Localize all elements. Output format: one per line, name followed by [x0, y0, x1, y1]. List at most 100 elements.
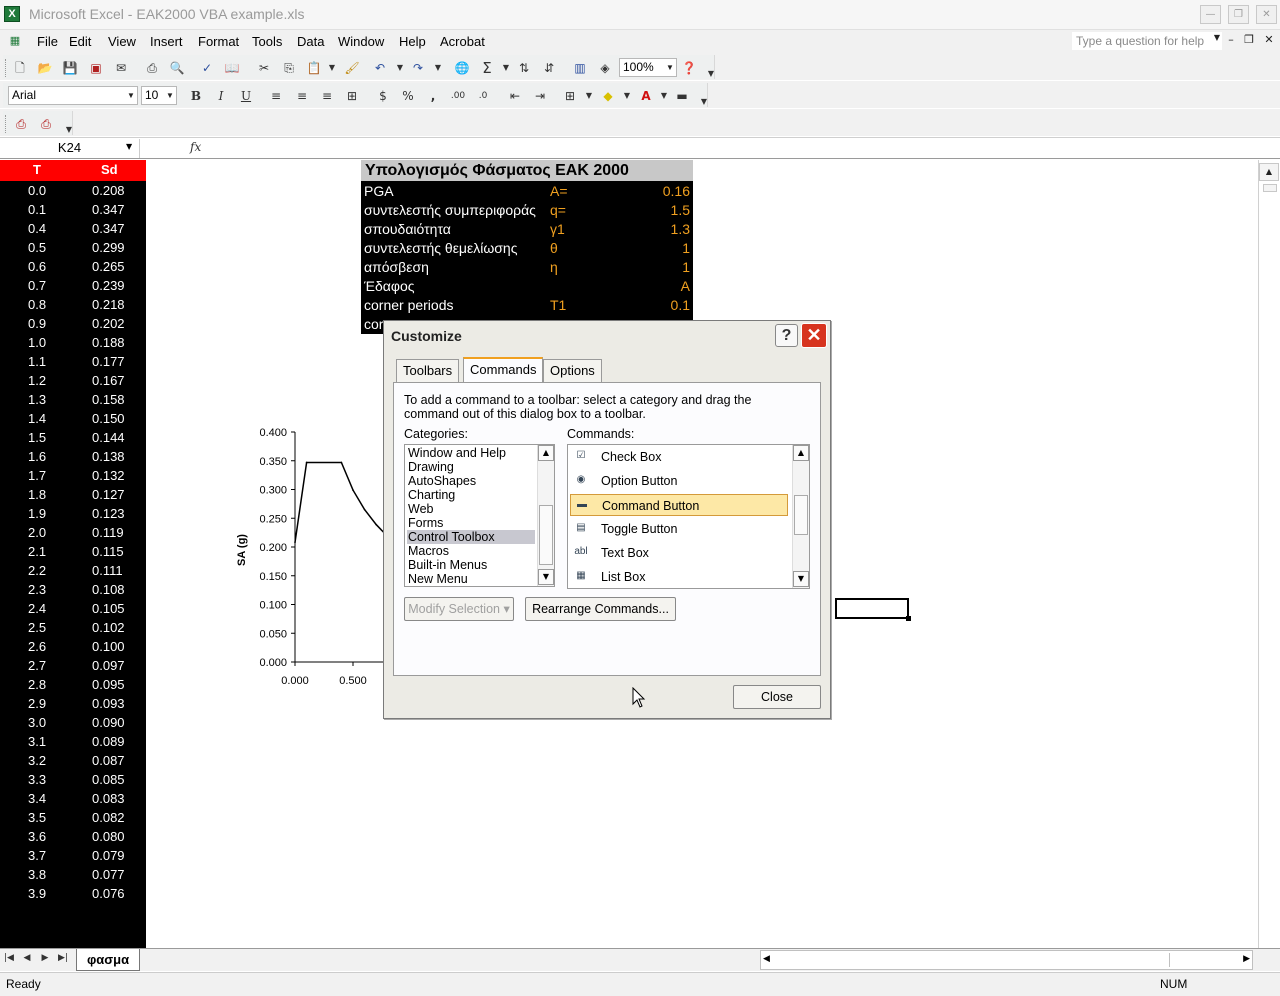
open-icon[interactable]: 📂 — [36, 59, 54, 77]
help-icon[interactable]: ❓ — [680, 59, 698, 77]
table-row[interactable]: 0.6 0.265 — [0, 258, 146, 277]
undo-icon[interactable]: ↶ — [371, 59, 389, 77]
cut-icon[interactable]: ✂ — [255, 59, 273, 77]
table-row[interactable]: 2.7 0.097 — [0, 657, 146, 676]
category-item[interactable]: Forms — [407, 516, 535, 530]
excel-app-icon[interactable]: X — [4, 6, 20, 22]
underline-icon[interactable]: U — [237, 87, 255, 105]
command-item[interactable]: ▤ Toggle Button — [570, 518, 788, 540]
chart-wizard-icon[interactable]: ▥ — [571, 59, 589, 77]
menu-edit[interactable]: Edit — [69, 34, 91, 49]
category-item[interactable]: AutoShapes — [407, 474, 535, 488]
table-row[interactable]: 2.6 0.100 — [0, 638, 146, 657]
table-row[interactable]: 0.5 0.299 — [0, 239, 146, 258]
first-sheet-icon[interactable]: |◀ — [2, 953, 16, 963]
comma-style-icon[interactable]: , — [424, 87, 442, 105]
table-row[interactable]: 0.4 0.347 — [0, 220, 146, 239]
category-item[interactable]: Drawing — [407, 460, 535, 474]
window-close-button[interactable]: ✕ — [1256, 5, 1277, 24]
category-item[interactable]: Control Toolbox — [407, 530, 535, 544]
category-item[interactable]: Charting — [407, 488, 535, 502]
commands-scroll-up-icon[interactable]: ▲ — [793, 445, 809, 461]
zoom-combo[interactable]: 100% ▼ — [619, 58, 677, 77]
font-size-combo[interactable]: 10 ▼ — [141, 86, 177, 105]
table-row[interactable]: 1.8 0.127 — [0, 486, 146, 505]
workbook-icon[interactable]: ▦ — [6, 32, 24, 50]
formula-input[interactable] — [208, 139, 1258, 158]
menu-tools[interactable]: Tools — [252, 34, 282, 49]
font-name-dropdown-icon[interactable]: ▼ — [125, 87, 137, 104]
decrease-decimal-icon[interactable]: .0 — [474, 87, 492, 105]
increase-decimal-icon[interactable]: .00 — [449, 87, 467, 105]
menu-view[interactable]: View — [108, 34, 136, 49]
undo-dropdown-icon[interactable]: ▼ — [391, 59, 409, 77]
table-row[interactable]: 1.9 0.123 — [0, 505, 146, 524]
parameter-row[interactable]: Έδαφος A — [361, 277, 693, 296]
parameter-row[interactable]: corner periods T1 0.1 — [361, 296, 693, 315]
autosum-dropdown-icon[interactable]: ▼ — [497, 59, 515, 77]
table-row[interactable]: 1.3 0.158 — [0, 391, 146, 410]
menu-window[interactable]: Window — [338, 34, 384, 49]
last-sheet-icon[interactable]: ▶| — [56, 953, 70, 963]
name-box[interactable]: K24 — [0, 139, 140, 158]
convert-to-pdf-icon[interactable]: ⎙ — [12, 115, 30, 133]
italic-icon[interactable]: I — [212, 87, 230, 105]
parameter-row[interactable]: συντελεστής θεμελίωσης θ 1 — [361, 239, 693, 258]
sort-descending-icon[interactable]: ⇵ — [540, 59, 558, 77]
parameter-row[interactable]: σπουδαιότητα γ1 1.3 — [361, 220, 693, 239]
minimize-button[interactable]: — — [1200, 5, 1221, 24]
command-item[interactable]: abl Text Box — [570, 542, 788, 564]
font-size-dropdown-icon[interactable]: ▼ — [164, 87, 176, 104]
tab-commands[interactable]: Commands — [463, 357, 544, 383]
align-left-icon[interactable]: ≡ — [267, 87, 285, 105]
maximize-button[interactable]: ❐ — [1228, 5, 1249, 24]
table-row[interactable]: 2.9 0.093 — [0, 695, 146, 714]
currency-icon[interactable]: $ — [374, 87, 392, 105]
fill-color-dropdown-icon[interactable]: ▼ — [618, 87, 636, 105]
parameters-title[interactable]: Υπολογισμός Φάσματος ΕΑΚ 2000 — [361, 160, 693, 181]
rearrange-commands-button[interactable]: Rearrange Commands... — [525, 597, 676, 621]
paste-icon[interactable]: 📋 — [305, 59, 323, 77]
horizontal-scrollbar[interactable]: ◀ ▶ — [760, 950, 1253, 970]
table-row[interactable]: 1.7 0.132 — [0, 467, 146, 486]
menu-data[interactable]: Data — [297, 34, 324, 49]
tab-toolbars[interactable]: Toolbars — [396, 359, 460, 382]
sheet-tab[interactable]: φασμα — [76, 949, 141, 971]
selected-cell[interactable] — [835, 598, 911, 621]
doc-restore-icon[interactable]: ❐ — [1242, 33, 1256, 46]
table-row[interactable]: 1.5 0.144 — [0, 429, 146, 448]
table-row[interactable]: 1.6 0.138 — [0, 448, 146, 467]
table-row[interactable]: 2.0 0.119 — [0, 524, 146, 543]
table-row[interactable]: 0.1 0.347 — [0, 201, 146, 220]
autosum-icon[interactable]: Σ — [478, 59, 496, 77]
increase-indent-icon[interactable]: ⇥ — [531, 87, 549, 105]
doc-minimize-icon[interactable]: – — [1224, 33, 1238, 46]
parameter-row[interactable]: PGA A= 0.16 — [361, 182, 693, 201]
merge-center-icon[interactable]: ⊞ — [343, 87, 361, 105]
table-row[interactable]: 2.3 0.108 — [0, 581, 146, 600]
command-item[interactable]: ▬ Command Button — [570, 494, 788, 516]
font-name-combo[interactable]: Arial ▼ — [8, 86, 138, 105]
table-row[interactable]: 3.9 0.076 — [0, 885, 146, 904]
borders-dropdown-icon[interactable]: ▼ — [580, 87, 598, 105]
category-item[interactable]: Window and Help — [407, 446, 535, 460]
parameter-row[interactable]: απόσβεση η 1 — [361, 258, 693, 277]
print-preview-icon[interactable]: 🔍 — [168, 59, 186, 77]
command-item[interactable]: ▦ List Box — [570, 566, 788, 588]
fill-color-icon[interactable]: ◆ — [599, 87, 617, 105]
menu-help[interactable]: Help — [399, 34, 426, 49]
dialog-close-x-button[interactable]: ✕ — [801, 323, 827, 348]
save-icon[interactable]: 💾 — [61, 59, 79, 77]
table-row[interactable]: 3.6 0.080 — [0, 828, 146, 847]
category-item[interactable]: New Menu — [407, 572, 535, 586]
borders-icon[interactable]: ⊞ — [561, 87, 579, 105]
ask-dropdown-icon[interactable]: ▼ — [1210, 33, 1224, 42]
spelling-icon[interactable]: ✓ — [198, 59, 216, 77]
format-painter-icon[interactable]: 🖌 — [343, 59, 361, 77]
table-row[interactable]: 1.1 0.177 — [0, 353, 146, 372]
table-row[interactable]: 3.1 0.089 — [0, 733, 146, 752]
table-row[interactable]: 3.8 0.077 — [0, 866, 146, 885]
scroll-up-button[interactable]: ▲ — [1259, 163, 1279, 181]
bold-icon[interactable]: B — [187, 87, 205, 105]
copy-icon[interactable]: ⎘ — [280, 59, 298, 77]
